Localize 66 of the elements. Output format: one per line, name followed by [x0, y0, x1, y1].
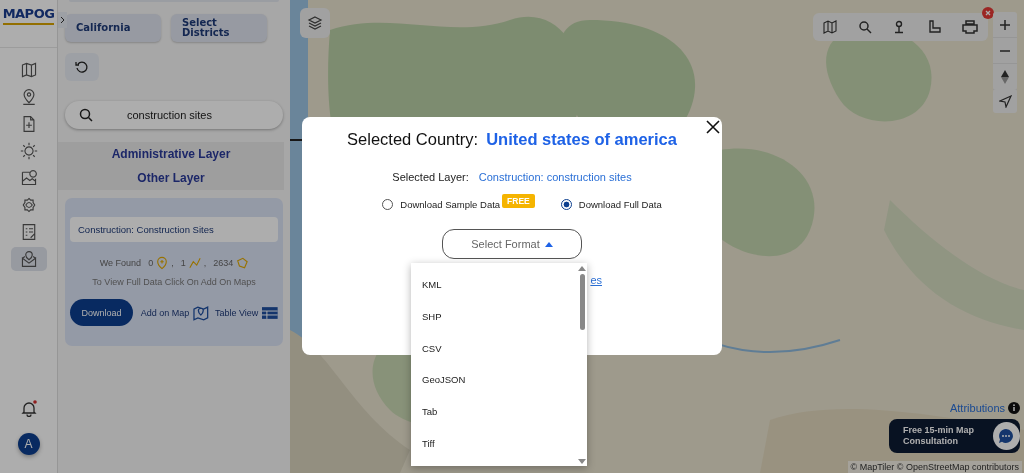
format-option[interactable]: Tab: [411, 402, 577, 435]
free-badge: FREE: [502, 194, 535, 208]
radio-button[interactable]: [560, 198, 572, 210]
point-icon: [156, 256, 169, 270]
country-label: Selected Country:: [347, 130, 479, 149]
navigation-arrow-icon: [998, 94, 1012, 108]
map-icon[interactable]: [823, 20, 838, 34]
scrollbar-thumb[interactable]: [579, 274, 585, 330]
separator-text: ,: [171, 258, 174, 268]
locate-button[interactable]: [993, 89, 1017, 113]
count-text: 0: [148, 258, 154, 268]
info-icon[interactable]: [1008, 402, 1020, 414]
map-icon: [19, 61, 38, 79]
print-icon[interactable]: [961, 20, 978, 34]
hint-text: To View Full Data Click On Add On Maps: [91, 277, 257, 287]
format-option[interactable]: CSV: [411, 338, 577, 371]
consultation-button[interactable]: Free 15-min Map Consultation: [889, 419, 1020, 453]
region-button[interactable]: Select Districts: [171, 14, 267, 42]
logo: MAPOG: [2, 6, 55, 25]
gear-icon: [19, 142, 38, 160]
found-label: We Found: [99, 258, 142, 268]
format-option[interactable]: SHP: [411, 306, 577, 339]
bell-icon[interactable]: [20, 400, 37, 417]
count-text: 1: [180, 258, 186, 268]
reset-icon: [75, 60, 89, 74]
avatar[interactable]: A: [17, 433, 40, 455]
search-field[interactable]: construction sites: [65, 101, 283, 129]
layers-icon: [307, 15, 323, 31]
region-button[interactable]: California: [65, 14, 161, 42]
scroll-up-icon[interactable]: [578, 265, 586, 271]
table-view-link[interactable]: Table View: [215, 307, 259, 318]
line-icon: [188, 256, 201, 270]
table-icon[interactable]: [262, 306, 278, 319]
reset-button[interactable]: [65, 53, 99, 81]
download-button[interactable]: Download: [70, 299, 133, 326]
map-pin-icon[interactable]: [193, 304, 209, 321]
sidebar-item[interactable]: [10, 247, 47, 271]
chat-icon[interactable]: [998, 428, 1015, 444]
plus-icon: [999, 18, 1011, 31]
scroll-down-icon[interactable]: [578, 459, 586, 465]
image-pin-icon: [19, 169, 38, 187]
layer-tab[interactable]: Administrative Layer: [111, 147, 231, 161]
close-icon[interactable]: [706, 120, 720, 134]
search-icon[interactable]: [857, 20, 872, 34]
count-text: 2634: [213, 258, 234, 268]
country-name: United states of america: [486, 130, 677, 149]
add-on-map-link[interactable]: Add on Map: [140, 307, 190, 318]
format-select[interactable]: Select Format: [442, 229, 582, 259]
link-text[interactable]: es: [590, 274, 602, 286]
format-option[interactable]: Tiff: [411, 434, 577, 466]
envelope-pin-icon: [19, 250, 38, 268]
polygon-icon: [236, 256, 249, 270]
layer-label: Selected Layer:: [392, 171, 469, 183]
search-icon: [79, 108, 93, 122]
format-option[interactable]: GeoJSON: [411, 370, 577, 403]
ruler-icon[interactable]: [927, 20, 942, 34]
option-label[interactable]: Download Sample Data: [400, 198, 501, 210]
layer-name-field: Construction: Construction Sites: [70, 217, 278, 242]
layer-name: Construction: construction sites: [478, 171, 632, 183]
layers-button[interactable]: [300, 8, 330, 38]
separator-text: ,: [203, 258, 207, 268]
compass-icon: [1000, 68, 1010, 85]
layer-tab[interactable]: Other Layer: [137, 171, 205, 185]
expand-handle[interactable]: [58, 12, 67, 28]
format-option[interactable]: KML: [411, 275, 577, 307]
option-label[interactable]: Download Full Data: [578, 198, 662, 210]
